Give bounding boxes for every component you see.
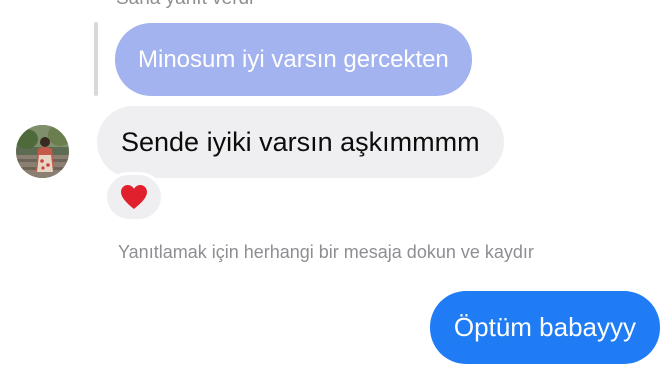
- heart-icon: [121, 185, 147, 209]
- avatar[interactable]: [16, 125, 69, 178]
- chat-thread: Sana yanıt verdi Minosum iyi varsın gerc…: [0, 0, 672, 378]
- sent-message-text: Öptüm babayyy: [453, 312, 636, 342]
- reply-context-label: Sana yanıt verdi: [116, 0, 253, 10]
- sent-message-bubble[interactable]: Öptüm babayyy: [429, 291, 660, 364]
- quoted-message-bubble[interactable]: Minosum iyi varsın gercekten: [115, 23, 472, 96]
- received-message-text: Sende iyiki varsın aşkımmmm: [121, 126, 480, 157]
- quoted-message-text: Minosum iyi varsın gercekten: [138, 45, 449, 73]
- avatar-photo: [16, 125, 69, 178]
- reply-indicator-bar: [94, 22, 98, 96]
- swipe-reply-hint: Yanıtlamak için herhangi bir mesaja doku…: [118, 242, 534, 262]
- received-message-bubble[interactable]: Sende iyiki varsın aşkımmmm: [97, 106, 504, 178]
- reaction-badge[interactable]: [104, 172, 164, 222]
